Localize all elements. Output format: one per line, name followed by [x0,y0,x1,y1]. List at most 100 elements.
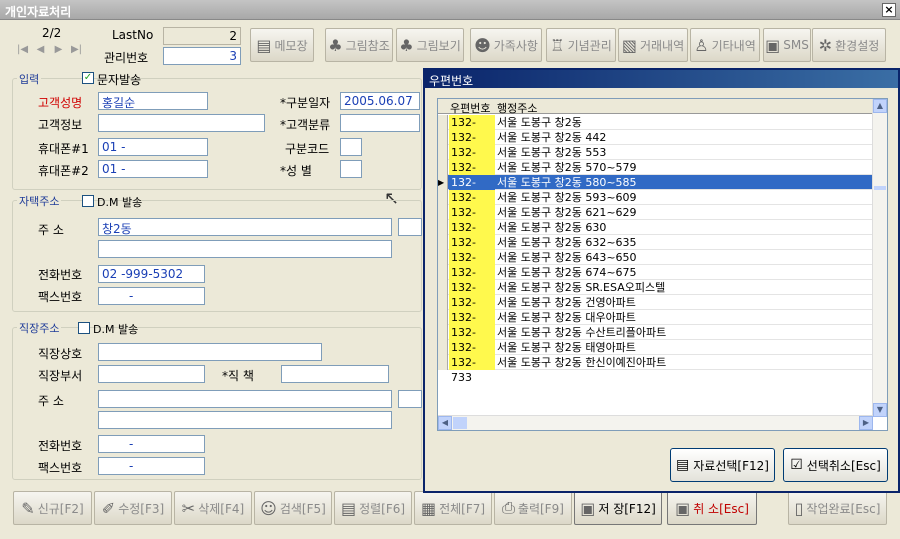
work-addr-detail-field[interactable] [98,411,392,429]
zip-grid[interactable]: 우편번호 행정주소 132-042서울 도봉구 창2동132-912서울 도봉구… [437,98,888,431]
job-title-field[interactable] [281,365,389,383]
dept-field[interactable] [98,365,205,383]
toolbar-button-5[interactable]: ▧ 거래내역 [618,28,688,62]
toolbar-button-7[interactable]: ▣ SMS [763,28,811,62]
zip-row[interactable]: 132-959서울 도봉구 창2동 570~579 [438,160,873,189]
addr-cell: 서울 도봉구 창2동 621~629 [497,206,637,219]
zip-row[interactable]: 132-042서울 도봉구 창2동 [438,115,873,144]
phone1-label: 휴대폰#1 [38,142,89,156]
scroll-down-icon[interactable]: ▼ [873,403,887,417]
select-data-button[interactable]: ▤ 자료선택[F12] [670,448,775,482]
bottom-button-6[interactable]: ⎙ 출력[F9] [494,491,572,525]
bottom-button-9[interactable]: ▯ 작업완료[Esc] [788,491,887,525]
bottom-button-1[interactable]: ✐ 수정[F3] [94,491,172,525]
bottom-button-4[interactable]: ▤ 정렬[F6] [334,491,412,525]
print-icon: ⎙ [502,498,515,517]
work-addr-label: 주 소 [38,394,64,408]
info-field[interactable] [98,114,265,132]
toolbar-button-2[interactable]: ♣ 그림보기 [396,28,464,62]
zip-row[interactable]: 132-693서울 도봉구 창2동 SR.ESA오피스텔 [438,280,873,309]
scroll-up-icon[interactable]: ▲ [873,99,887,113]
toolbar-button-6[interactable]: ♙ 기타내역 [690,28,760,62]
scroll-thumb[interactable] [874,186,886,190]
work-addr-extra-field[interactable] [398,390,422,408]
home-dm-checkbox[interactable] [82,195,94,207]
toolbar-button-3[interactable]: ☻ 가족사항 [470,28,542,62]
home-addr-detail-field[interactable] [98,240,392,258]
gender-field[interactable] [340,160,362,178]
tree-icon: ♣ [328,35,343,55]
category-field[interactable] [340,114,420,132]
first-record-icon[interactable]: |◀ [16,43,29,56]
sms-icon: ▣ [765,35,781,55]
sort-icon: ▤ [340,498,357,518]
date-field[interactable]: 2005.06.07 [340,92,420,110]
bottom-button-3[interactable]: ☺ 검색[F5] [254,491,332,525]
home-addr-field[interactable]: 창2동 [98,218,392,236]
close-icon[interactable]: × [882,3,896,17]
bottom-button-label: 삭제[F4] [198,501,245,516]
zip-row[interactable]: 132-918서울 도봉구 창2동 553 [438,145,873,174]
zip-row[interactable]: 132-750서울 도봉구 창2동 건영아파트 [438,295,873,324]
zip-cell: 132-912 [449,130,495,159]
work-fax-field[interactable]: - [98,457,205,475]
prev-record-icon[interactable]: ◀ [34,43,47,56]
home-fax-field[interactable]: - [98,287,205,305]
toolbar-button-1[interactable]: ♣ 그림참조 [325,28,393,62]
zip-row[interactable]: 132-920서울 도봉구 창2동 674~675 [438,265,873,294]
zip-row[interactable]: 132-912서울 도봉구 창2동 442 [438,130,873,159]
work-dm-checkbox[interactable] [78,322,90,334]
bottom-button-5[interactable]: ▦ 전체[F7] [414,491,492,525]
code-field[interactable] [340,138,362,156]
col-zip-header[interactable]: 우편번호 [450,100,490,116]
bottom-button-0[interactable]: ✎ 신규[F2] [13,491,92,525]
zip-row[interactable]: 132-732서울 도봉구 창2동 태영아파트 [438,340,873,369]
bottom-button-label: 취 소[Esc] [693,501,749,516]
gender-label: *성 별 [280,164,312,178]
zip-row[interactable]: 132-692서울 도봉구 창2동 수산트리플아파트 [438,325,873,354]
zip-row[interactable]: 132-921서울 도봉구 창2동 630 [438,220,873,249]
company-field[interactable] [98,343,322,361]
cancel-selection-button[interactable]: ☑ 선택취소[Esc] [783,448,888,482]
vertical-scrollbar[interactable]: ▲ ▼ [872,99,887,417]
hscroll-thumb[interactable] [453,417,467,429]
col-addr-header[interactable]: 행정주소 [497,100,537,116]
zip-row[interactable]: 132-920서울 도봉구 창2동 621~629 [438,205,873,234]
scroll-left-icon[interactable]: ◀ [438,416,452,430]
zip-row[interactable]: 132-919서울 도봉구 창2동 593~609 [438,190,873,219]
next-record-icon[interactable]: ▶ [52,43,65,56]
toolbar-button-4[interactable]: ♖ 기념관리 [546,28,616,62]
scroll-right-icon[interactable]: ▶ [859,416,873,430]
phone2-label: 휴대폰#2 [38,164,89,178]
toolbar-button-8[interactable]: ✲ 환경설정 [812,28,886,62]
mgmt-number-field[interactable]: 3 [163,47,241,65]
work-tel-field[interactable]: - [98,435,205,453]
name-label: 고객성명 [38,96,83,110]
last-record-icon[interactable]: ▶| [70,43,83,56]
work-addr-field[interactable] [98,390,392,408]
name-field[interactable]: 홍길순 [98,92,208,110]
zip-row[interactable]: ▶132-918서울 도봉구 창2동 580~585 [438,175,873,204]
zip-row[interactable]: 132-923서울 도봉구 창2동 643~650 [438,250,873,279]
bottom-button-7[interactable]: ▣ 저 장[F12] [574,491,662,525]
horizontal-scrollbar[interactable]: ◀ ▶ [438,415,873,430]
bottom-button-8[interactable]: ▣ 취 소[Esc] [667,491,757,525]
zip-row[interactable]: 132-784서울 도봉구 창2동 대우아파트 [438,310,873,339]
toolbar-label: 가족사항 [493,38,538,53]
bottom-button-2[interactable]: ✂ 삭제[F4] [174,491,252,525]
home-tel-field[interactable]: 02 -999-5302 [98,265,205,283]
sms-checkbox[interactable]: ✓ [82,72,94,84]
zip-row[interactable]: 132-733 서울 도봉구 창2동 한신이예진아파트 [438,355,873,384]
phone1-field[interactable]: 01 - [98,138,208,156]
delete-icon: ✂ [181,498,196,518]
zip-cell: 132-042 [449,115,495,144]
row-indicator-icon [438,160,448,175]
phone2-field[interactable]: 01 - [98,160,208,178]
addr-cell: 서울 도봉구 창2동 630 [497,221,607,234]
toolbar-label: 환경설정 [835,38,880,53]
addr-cell: 서울 도봉구 창2동 553 [497,146,607,159]
toolbar-button-0[interactable]: ▤ 메모장 [250,28,314,62]
toolbar-label: 그림보기 [416,38,461,53]
zip-row[interactable]: 132-922서울 도봉구 창2동 632~635 [438,235,873,264]
home-addr-extra-field[interactable] [398,218,422,236]
